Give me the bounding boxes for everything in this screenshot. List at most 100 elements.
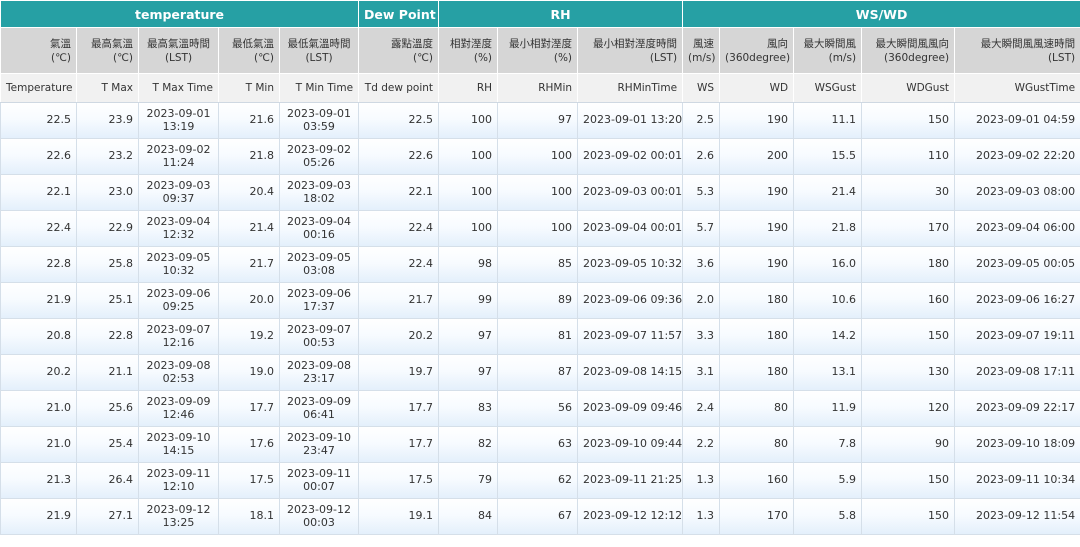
cell-ws-gust: 11.1	[793, 102, 863, 139]
header-cn-label: 風向	[767, 37, 789, 50]
cell-wd-gust: 110	[861, 138, 956, 175]
cell-rh-min: 97	[497, 102, 579, 139]
column-header-en: T Min	[218, 73, 280, 103]
header-cn-label: 最低氣溫	[232, 37, 274, 50]
cell-wd: 170	[719, 498, 795, 535]
cell-ws-gust: 10.6	[793, 282, 863, 319]
cell-rh-min-time: 2023-09-12 12:12	[577, 498, 684, 535]
cell-t-min: 18.1	[218, 498, 280, 535]
group-ws-wd: WS/WD	[682, 0, 1080, 28]
column-header-en: Td dew point	[358, 73, 440, 103]
cell-rh: 98	[438, 246, 499, 283]
cell-rh-min: 89	[497, 282, 579, 319]
header-cn-unit: (LST)	[1047, 51, 1076, 64]
cell-time: 03:08	[303, 263, 335, 277]
cell-wd-gust: 170	[861, 210, 956, 247]
cell-t-min-time: 2023-09-03 18:02	[278, 174, 360, 211]
cell-t-min-time: 2023-09-12 00:03	[278, 498, 360, 535]
cell-t-max-time: 2023-09-05 10:32	[138, 246, 219, 283]
cell-time: 23:47	[303, 443, 335, 457]
cell-ws: 5.3	[682, 174, 721, 211]
cell-t-min-time: 2023-09-05 03:08	[278, 246, 360, 283]
cell-temperature: 20.8	[0, 318, 77, 355]
cell-t-min-time: 2023-09-09 06:41	[278, 390, 360, 427]
cell-t-min: 17.7	[218, 390, 280, 427]
column-header-cn: 最大瞬間風風向 (360degree)	[861, 27, 956, 74]
cell-rh-min-time: 2023-09-02 00:01	[577, 138, 684, 175]
cell-wd-gust: 30	[861, 174, 956, 211]
cell-time: 05:26	[303, 155, 335, 169]
cell-ws-gust: 15.5	[793, 138, 863, 175]
cell-time: 17:37	[303, 299, 335, 313]
header-cn-label: 最小相對溼度	[509, 37, 573, 50]
cell-wgust-time: 2023-09-03 08:00	[954, 174, 1080, 211]
cell-wd-gust: 120	[861, 390, 956, 427]
column-header-cn: 最小相對溼度 (%)	[497, 27, 579, 74]
cell-rh: 99	[438, 282, 499, 319]
cell-rh-min: 87	[497, 354, 579, 391]
cell-wd-gust: 90	[861, 426, 956, 463]
column-header-cn: 相對溼度 (%)	[438, 27, 499, 74]
cell-date: 2023-09-06	[287, 287, 351, 300]
cell-rh-min-time: 2023-09-10 09:44	[577, 426, 684, 463]
cell-rh-min-time: 2023-09-04 00:01	[577, 210, 684, 247]
cell-t-max-time: 2023-09-04 12:32	[138, 210, 219, 247]
cell-t-max-time: 2023-09-06 09:25	[138, 282, 219, 319]
cell-t-min-time: 2023-09-10 23:47	[278, 426, 360, 463]
header-cn-unit: (%)	[473, 51, 493, 64]
cell-dew-point: 19.1	[358, 498, 440, 535]
cell-wd: 160	[719, 462, 795, 499]
group-temperature: temperature	[0, 0, 360, 28]
cell-t-min: 17.6	[218, 426, 280, 463]
cell-rh-min: 63	[497, 426, 579, 463]
cell-temperature: 21.0	[0, 390, 77, 427]
cell-t-min: 19.0	[218, 354, 280, 391]
cell-t-max: 27.1	[76, 498, 139, 535]
column-header-cn: 風向 (360degree)	[719, 27, 795, 74]
cell-t-min-time: 2023-09-06 17:37	[278, 282, 360, 319]
column-header-cn: 氣溫 (℃)	[0, 27, 77, 74]
cell-t-max-time: 2023-09-01 13:19	[138, 102, 219, 139]
header-cn-unit: (LST)	[649, 51, 678, 64]
weather-data-table: temperature Dew Point RH WS/WD 氣溫 (℃) 最高氣溫…	[0, 0, 1080, 535]
cell-wd: 180	[719, 354, 795, 391]
cell-time: 12:32	[162, 227, 195, 241]
cell-t-min-time: 2023-09-02 05:26	[278, 138, 360, 175]
cell-dew-point: 22.6	[358, 138, 440, 175]
cell-time: 11:24	[162, 155, 195, 169]
cell-t-max-time: 2023-09-08 02:53	[138, 354, 219, 391]
cell-t-max: 23.9	[76, 102, 139, 139]
header-cn-label: 最大瞬間風	[803, 37, 857, 50]
cell-wd: 190	[719, 102, 795, 139]
cell-date: 2023-09-02	[287, 143, 351, 156]
cell-dew-point: 22.4	[358, 246, 440, 283]
column-header-en: WDGust	[861, 73, 956, 103]
cell-time: 13:25	[162, 515, 195, 529]
header-cn-label: 最高氣溫	[91, 37, 133, 50]
column-header-en: T Max	[76, 73, 139, 103]
column-header-cn: 最小相對溼度時間 (LST)	[577, 27, 684, 74]
header-cn-unit: (360degree)	[725, 51, 791, 64]
cell-time: 00:07	[303, 479, 335, 493]
cell-t-max: 23.2	[76, 138, 139, 175]
cell-t-min: 21.6	[218, 102, 280, 139]
cell-wgust-time: 2023-09-10 18:09	[954, 426, 1080, 463]
cell-wd-gust: 150	[861, 462, 956, 499]
column-header-cn: 最低氣溫時間 (LST)	[278, 27, 360, 74]
cell-ws: 2.6	[682, 138, 721, 175]
cell-wd: 80	[719, 390, 795, 427]
cell-wgust-time: 2023-09-11 10:34	[954, 462, 1080, 499]
cell-t-max: 25.8	[76, 246, 139, 283]
cell-date: 2023-09-11	[146, 467, 211, 480]
cell-t-max: 21.1	[76, 354, 139, 391]
cell-rh: 97	[438, 354, 499, 391]
column-header-en: Temperature	[0, 73, 77, 103]
cell-wgust-time: 2023-09-04 06:00	[954, 210, 1080, 247]
column-header-en: T Max Time	[138, 73, 219, 103]
column-header-cn: 最高氣溫時間 (LST)	[138, 27, 219, 74]
cell-t-max-time: 2023-09-03 09:37	[138, 174, 219, 211]
cell-rh-min-time: 2023-09-09 09:46	[577, 390, 684, 427]
cell-time: 06:41	[303, 407, 335, 421]
table-row: 21.3 26.4 2023-09-11 12:10 17.5 2023-09-11 00:…	[0, 462, 1080, 499]
header-cn-label: 風速	[693, 37, 715, 50]
